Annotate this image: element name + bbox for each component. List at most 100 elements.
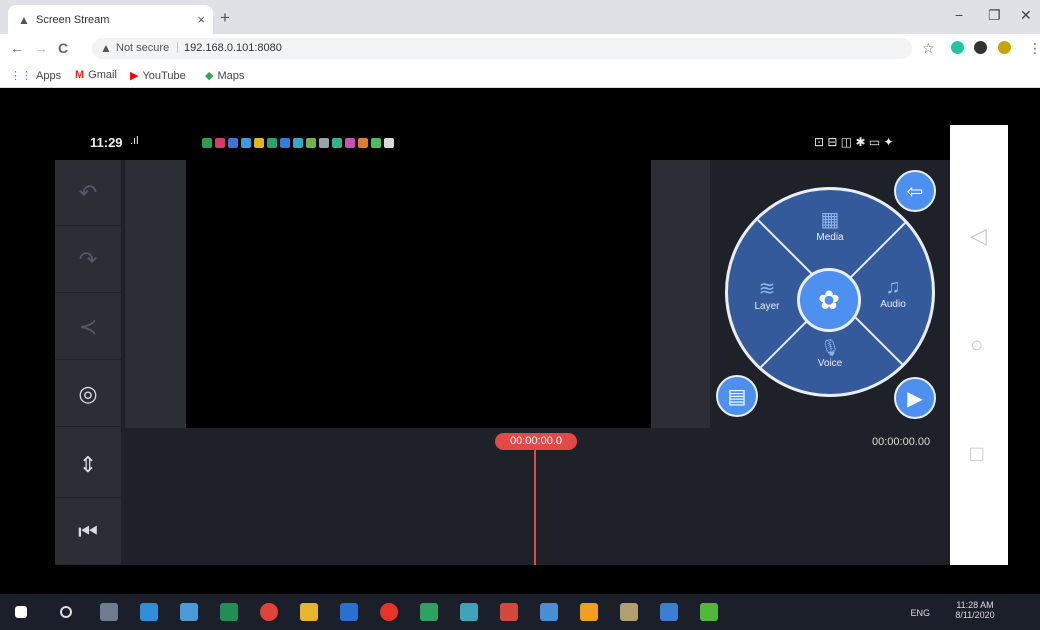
tray-clock[interactable]: 11:28 AM 8/11/2020 [940, 600, 1010, 620]
url-bar[interactable]: ▲ Not secure | 192.168.0.101:8080 [92, 38, 912, 59]
notification-icon [228, 138, 238, 148]
wheel-voice-label: Voice [817, 358, 843, 369]
app-icon[interactable] [700, 603, 718, 621]
notification-icon [345, 138, 355, 148]
new-tab-button[interactable]: + [220, 8, 230, 28]
minimize-button[interactable]: − [955, 7, 963, 23]
back-button[interactable]: ← [10, 40, 24, 56]
notification-icon [215, 138, 225, 148]
bookmark-gmail[interactable]: M Gmail [75, 69, 117, 81]
app-icon[interactable] [100, 603, 118, 621]
tab-title: Screen Stream [36, 14, 110, 26]
project-duration: 00:00:00.00 [872, 436, 931, 448]
android-home-icon[interactable]: ○ [970, 332, 983, 358]
android-recents-icon[interactable]: □ [970, 441, 983, 467]
close-tab-icon[interactable]: × [197, 12, 205, 27]
close-window-button[interactable]: ✕ [1020, 7, 1032, 24]
status-time: 11:29 [90, 135, 123, 150]
forward-button[interactable]: → [34, 40, 48, 56]
app-icon[interactable] [580, 603, 598, 621]
app-icon[interactable] [180, 603, 198, 621]
exit-icon: ⇦ [906, 180, 924, 203]
bookmark-label: Apps [36, 70, 62, 82]
notification-icon [202, 138, 212, 148]
wheel-layer-label: Layer [754, 301, 780, 312]
undo-button[interactable]: ↶ [55, 160, 121, 226]
tab-screen-stream[interactable]: ▲ Screen Stream × [8, 5, 213, 34]
app-icon[interactable] [660, 603, 678, 621]
notification-icon [254, 138, 264, 148]
playhead-timecode: 00:00:00.0 [495, 433, 577, 450]
microphone-icon: 🎙 [819, 340, 841, 357]
opera-icon[interactable] [380, 603, 398, 621]
browser-menu-icon[interactable]: ⋮ [1028, 40, 1040, 57]
app-icon[interactable] [420, 603, 438, 621]
rewind-icon: ⏮ [78, 518, 98, 544]
rewind-start-button[interactable]: ⏮ [55, 499, 121, 565]
shutter-icon: ✿ [818, 284, 840, 315]
file-explorer-icon[interactable] [300, 603, 318, 621]
exit-button[interactable]: ⇦ [894, 170, 936, 212]
media-folder-icon: ▦ [820, 209, 840, 231]
capture-hub-button[interactable]: ✿ [797, 268, 861, 332]
layers-icon: ≋ [758, 278, 776, 300]
address-bar-row: ← → C ▲ Not secure | 192.168.0.101:8080 … [0, 34, 1040, 62]
start-icon[interactable] [15, 606, 27, 618]
split-icon: ⇕ [78, 451, 98, 477]
chrome-icon[interactable] [260, 603, 278, 621]
maximize-button[interactable]: ❐ [988, 7, 1001, 24]
bookmark-apps[interactable]: ⋮⋮ Apps [10, 69, 61, 82]
excel-icon[interactable] [220, 603, 238, 621]
phone-status-bar: 11:29 .ıl ⊡ ⊟ ◫ ✱ ▭ ✦ [90, 135, 940, 155]
extension-icon[interactable] [951, 41, 964, 54]
tray-time: 11:28 AM [956, 600, 994, 610]
playhead[interactable] [534, 440, 536, 565]
bookmark-star-icon[interactable]: ☆ [922, 40, 935, 57]
signal-icon: .ıl [130, 135, 139, 147]
status-icons-right: ⊡ ⊟ ◫ ✱ ▭ ✦ [814, 135, 894, 149]
apps-grid-icon: ⋮⋮ [10, 70, 32, 82]
youtube-icon: ▶ [130, 70, 139, 82]
play-button[interactable]: ▶ [894, 377, 936, 419]
notification-icon [241, 138, 251, 148]
notification-icon [319, 138, 329, 148]
notification-icon [280, 138, 290, 148]
bookmark-label: YouTube [142, 70, 186, 82]
bookmark-label: Maps [217, 70, 245, 82]
language-indicator[interactable]: ENG [910, 608, 930, 618]
tray-date: 8/11/2020 [955, 610, 995, 620]
app-icon[interactable] [540, 603, 558, 621]
redo-button[interactable]: ↷ [55, 227, 121, 293]
wheel-audio[interactable]: ♫ Audio [868, 276, 918, 310]
not-secure-icon: ▲ [100, 41, 112, 55]
audio-note-icon: ♫ [885, 276, 901, 298]
powerpoint-icon[interactable] [500, 603, 518, 621]
video-preview[interactable] [186, 160, 651, 428]
reload-button[interactable]: C [58, 40, 68, 56]
asset-store-button[interactable]: ▤ [716, 375, 758, 417]
wheel-audio-label: Audio [880, 299, 906, 310]
profile-avatar[interactable] [998, 41, 1011, 54]
notification-icon [267, 138, 277, 148]
share-button[interactable]: ≺ [55, 294, 121, 360]
android-back-icon[interactable]: ◁ [970, 223, 987, 249]
wheel-layer[interactable]: ≋ Layer [742, 276, 792, 312]
app-icon[interactable] [140, 603, 158, 621]
bookmark-youtube[interactable]: ▶ YouTube [130, 69, 186, 82]
wheel-voice[interactable]: 🎙 Voice [805, 338, 855, 369]
app-icon[interactable] [620, 603, 638, 621]
wheel-media[interactable]: ▦ Media [805, 207, 855, 243]
undo-icon: ↶ [78, 179, 98, 205]
split-track-button[interactable]: ⇕ [55, 432, 121, 498]
search-icon[interactable] [60, 606, 72, 618]
puzzle-icon[interactable] [974, 41, 987, 54]
settings-button[interactable]: ◎ [55, 361, 121, 427]
browser-tab-bar: ▲ Screen Stream × + − ❐ ✕ [0, 0, 1040, 34]
windows-taskbar [0, 594, 1040, 630]
app-icon[interactable] [460, 603, 478, 621]
bookmark-maps[interactable]: ◆ Maps [205, 69, 244, 82]
word-icon[interactable] [340, 603, 358, 621]
url-text: 192.168.0.101:8080 [184, 42, 282, 54]
notification-icon [293, 138, 303, 148]
notification-icon [384, 138, 394, 148]
